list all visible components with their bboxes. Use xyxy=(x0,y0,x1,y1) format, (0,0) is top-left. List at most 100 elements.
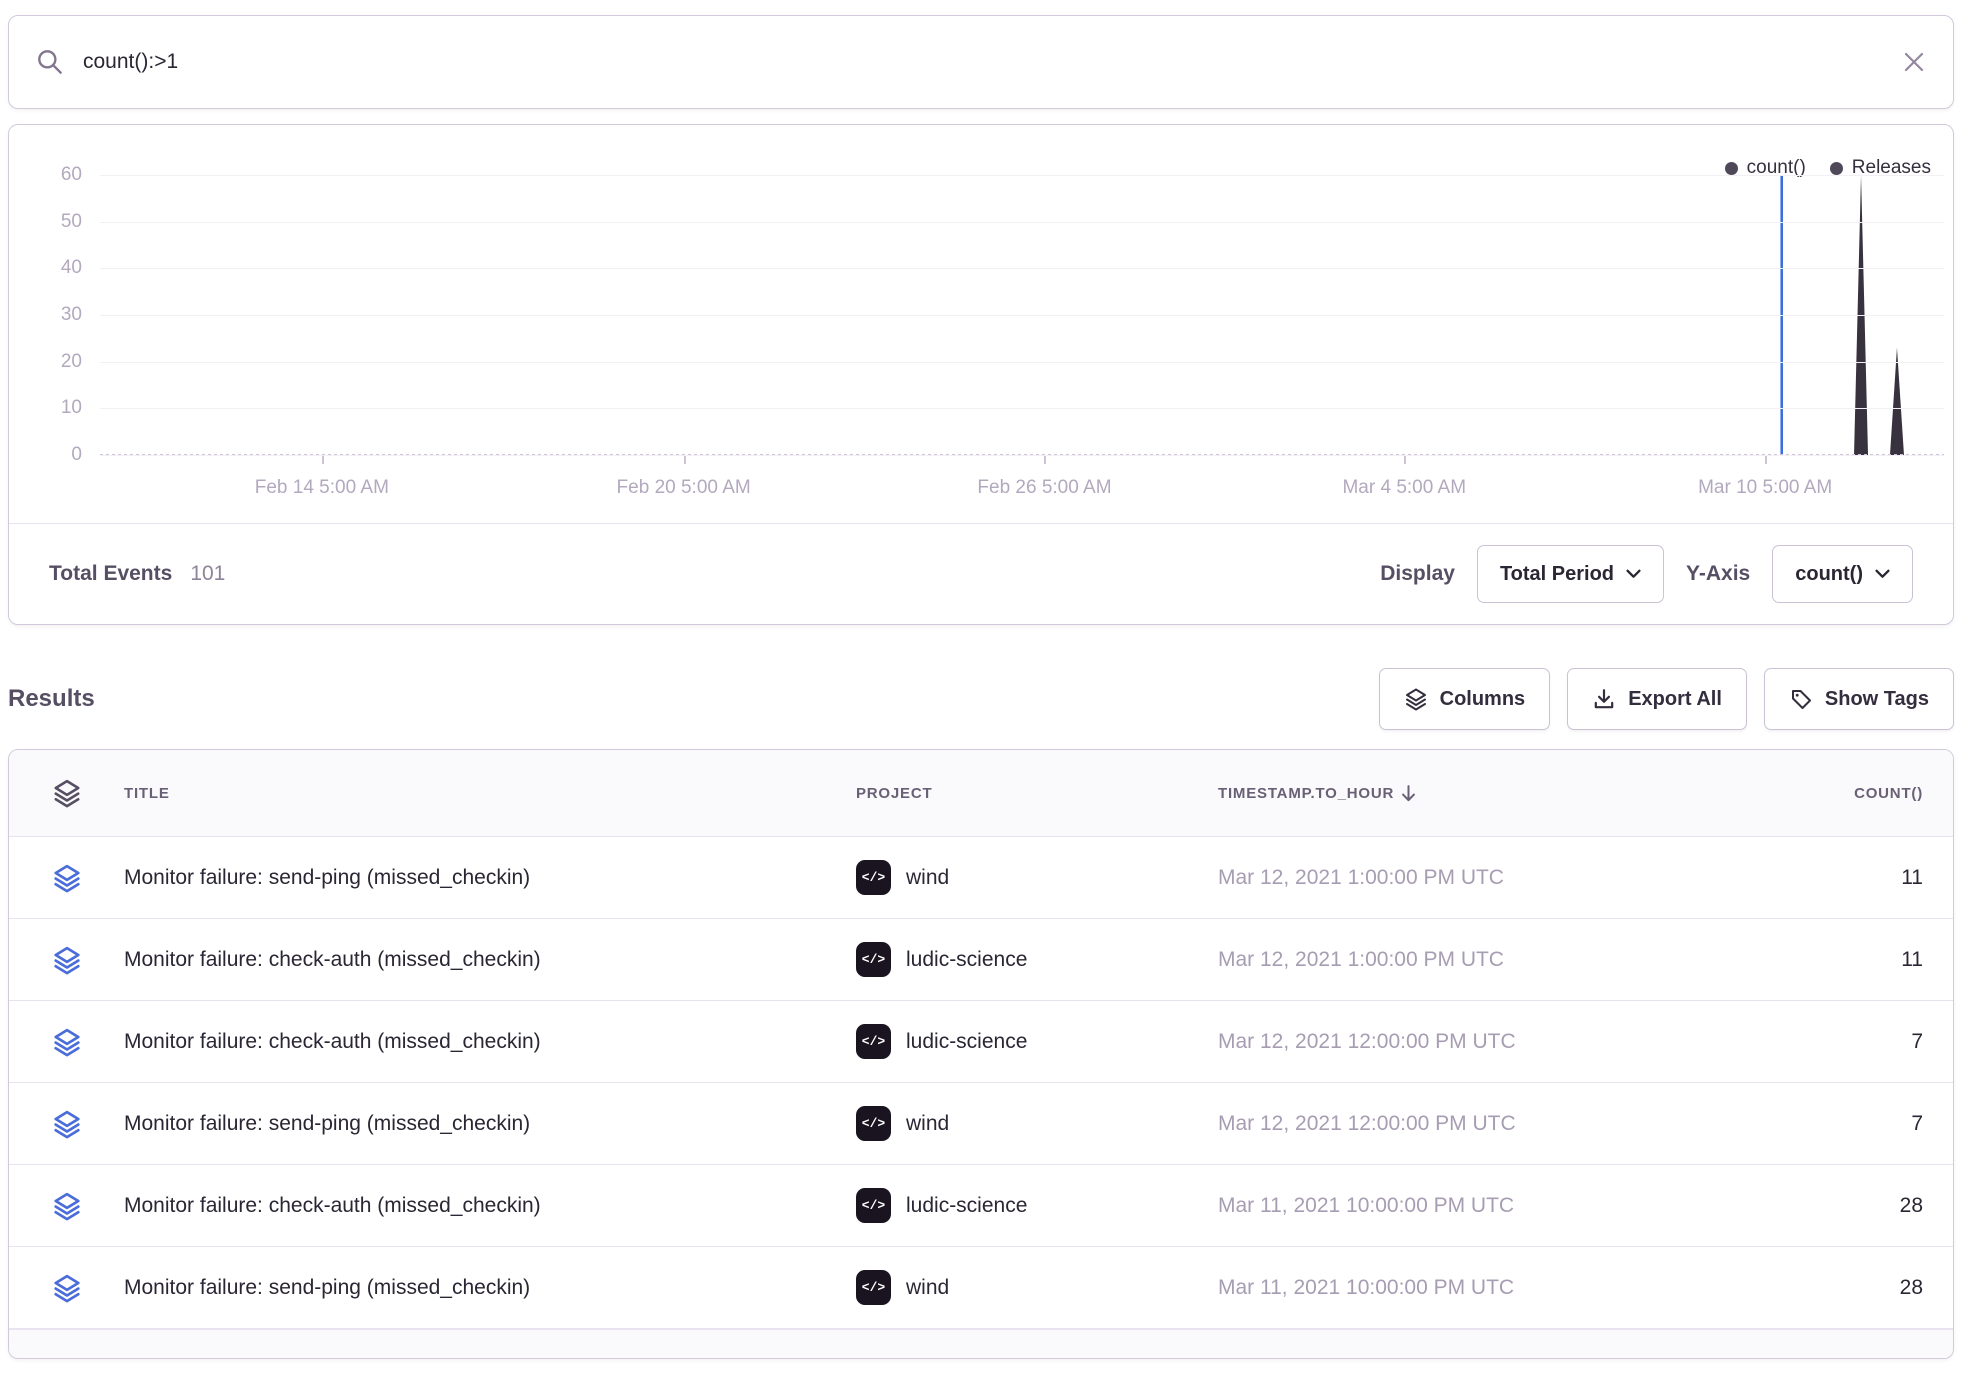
results-table: TITLE PROJECT TIMESTAMP.TO_HOUR COUNT() … xyxy=(8,749,1954,1359)
row-timestamp: Mar 11, 2021 10:00:00 PM UTC xyxy=(1218,1276,1723,1300)
discover-page: count() Releases 6050403020100Feb 14 5:0… xyxy=(0,0,1962,1359)
stack-row-icon[interactable] xyxy=(9,1191,124,1221)
y-axis-label: 50 xyxy=(16,210,82,234)
row-project: </> wind xyxy=(856,860,1218,895)
row-count: 28 xyxy=(1723,1276,1953,1300)
stack-row-icon[interactable] xyxy=(9,1273,124,1303)
table-body: Monitor failure: send-ping (missed_check… xyxy=(9,837,1953,1329)
gridline xyxy=(100,268,1944,269)
table-row[interactable]: Monitor failure: check-auth (missed_chec… xyxy=(9,919,1953,1001)
chart-plot-area[interactable]: 6050403020100Feb 14 5:00 AMFeb 20 5:00 A… xyxy=(100,175,1944,455)
gridline xyxy=(100,408,1944,409)
project-platform-icon: </> xyxy=(856,1106,891,1141)
table-row[interactable]: Monitor failure: send-ping (missed_check… xyxy=(9,837,1953,919)
yaxis-label: Y-Axis xyxy=(1686,562,1750,586)
search-input[interactable] xyxy=(83,50,1901,74)
y-axis-label: 0 xyxy=(16,443,82,467)
project-platform-icon: </> xyxy=(856,1024,891,1059)
gridline xyxy=(100,455,1944,456)
gridline xyxy=(100,222,1944,223)
search-icon xyxy=(35,47,65,77)
columns-button[interactable]: Columns xyxy=(1379,668,1551,730)
stack-row-icon[interactable] xyxy=(9,863,124,893)
table-row[interactable]: Monitor failure: check-auth (missed_chec… xyxy=(9,1165,1953,1247)
project-name[interactable]: wind xyxy=(906,1276,949,1300)
row-title[interactable]: Monitor failure: send-ping (missed_check… xyxy=(124,1276,856,1300)
x-axis-label: Feb 26 5:00 AM xyxy=(977,477,1111,499)
y-axis-label: 60 xyxy=(16,163,82,187)
project-platform-icon: </> xyxy=(856,1188,891,1223)
show-tags-button[interactable]: Show Tags xyxy=(1764,668,1954,730)
table-row[interactable]: Monitor failure: send-ping (missed_check… xyxy=(9,1247,1953,1329)
column-header-project[interactable]: PROJECT xyxy=(856,785,1218,802)
gridline xyxy=(100,362,1944,363)
clear-search-button[interactable] xyxy=(1901,49,1927,75)
table-header-row: TITLE PROJECT TIMESTAMP.TO_HOUR COUNT() xyxy=(9,750,1953,837)
search-bar xyxy=(8,15,1954,109)
x-axis-tick xyxy=(1404,456,1406,464)
export-all-button-label: Export All xyxy=(1628,688,1722,711)
project-name[interactable]: ludic-science xyxy=(906,948,1027,972)
export-all-button[interactable]: Export All xyxy=(1567,668,1747,730)
x-axis-label: Mar 4 5:00 AM xyxy=(1342,477,1466,499)
display-dropdown[interactable]: Total Period xyxy=(1477,545,1664,603)
gridline xyxy=(100,315,1944,316)
table-row[interactable]: Monitor failure: check-auth (missed_chec… xyxy=(9,1001,1953,1083)
tag-icon xyxy=(1789,687,1813,711)
chart-controls: Display Total Period Y-Axis count() xyxy=(1380,545,1913,603)
column-header-title[interactable]: TITLE xyxy=(124,785,856,802)
row-count: 7 xyxy=(1723,1112,1953,1136)
display-label: Display xyxy=(1380,562,1455,586)
events-chart-panel: count() Releases 6050403020100Feb 14 5:0… xyxy=(8,124,1954,625)
count-spike xyxy=(1890,348,1904,455)
display-dropdown-value: Total Period xyxy=(1500,563,1614,586)
x-axis-label: Feb 20 5:00 AM xyxy=(617,477,751,499)
results-buttons: Columns Export All Show Tags xyxy=(1379,668,1954,730)
row-timestamp: Mar 11, 2021 10:00:00 PM UTC xyxy=(1218,1194,1723,1218)
yaxis-dropdown[interactable]: count() xyxy=(1772,545,1913,603)
chevron-down-icon xyxy=(1626,569,1641,579)
row-count: 28 xyxy=(1723,1194,1953,1218)
stack-row-icon[interactable] xyxy=(9,1027,124,1057)
row-count: 7 xyxy=(1723,1030,1953,1054)
row-title[interactable]: Monitor failure: check-auth (missed_chec… xyxy=(124,1194,856,1218)
y-axis-label: 10 xyxy=(16,396,82,420)
gridline xyxy=(100,175,1944,176)
show-tags-button-label: Show Tags xyxy=(1825,688,1929,711)
column-header-timestamp[interactable]: TIMESTAMP.TO_HOUR xyxy=(1218,783,1723,804)
project-name[interactable]: ludic-science xyxy=(906,1030,1027,1054)
total-events-value: 101 xyxy=(190,562,225,586)
x-axis-tick xyxy=(322,456,324,464)
y-axis-label: 40 xyxy=(16,256,82,280)
x-axis-label: Feb 14 5:00 AM xyxy=(255,477,389,499)
column-header-count[interactable]: COUNT() xyxy=(1723,785,1953,802)
x-axis-label: Mar 10 5:00 AM xyxy=(1698,477,1832,499)
y-axis-label: 30 xyxy=(16,303,82,327)
releases-legend-dot-icon xyxy=(1830,162,1843,175)
table-footer xyxy=(9,1329,1953,1358)
stack-header-icon[interactable] xyxy=(9,778,124,808)
row-count: 11 xyxy=(1723,866,1953,890)
row-timestamp: Mar 12, 2021 1:00:00 PM UTC xyxy=(1218,948,1723,972)
results-toolbar: Results Columns Export All Show Tags xyxy=(8,667,1954,731)
x-axis-tick xyxy=(684,456,686,464)
project-name[interactable]: ludic-science xyxy=(906,1194,1027,1218)
sort-desc-icon xyxy=(1398,783,1419,804)
row-title[interactable]: Monitor failure: send-ping (missed_check… xyxy=(124,1112,856,1136)
row-title[interactable]: Monitor failure: check-auth (missed_chec… xyxy=(124,948,856,972)
download-icon xyxy=(1592,687,1616,711)
table-row[interactable]: Monitor failure: send-ping (missed_check… xyxy=(9,1083,1953,1165)
stack-row-icon[interactable] xyxy=(9,945,124,975)
project-name[interactable]: wind xyxy=(906,866,949,890)
row-project: </> wind xyxy=(856,1270,1218,1305)
stack-row-icon[interactable] xyxy=(9,1109,124,1139)
row-timestamp: Mar 12, 2021 12:00:00 PM UTC xyxy=(1218,1030,1723,1054)
project-platform-icon: </> xyxy=(856,942,891,977)
x-axis-tick xyxy=(1044,456,1046,464)
row-title[interactable]: Monitor failure: check-auth (missed_chec… xyxy=(124,1030,856,1054)
row-title[interactable]: Monitor failure: send-ping (missed_check… xyxy=(124,866,856,890)
columns-button-label: Columns xyxy=(1440,688,1526,711)
count-legend-dot-icon xyxy=(1725,162,1738,175)
row-timestamp: Mar 12, 2021 12:00:00 PM UTC xyxy=(1218,1112,1723,1136)
project-name[interactable]: wind xyxy=(906,1112,949,1136)
